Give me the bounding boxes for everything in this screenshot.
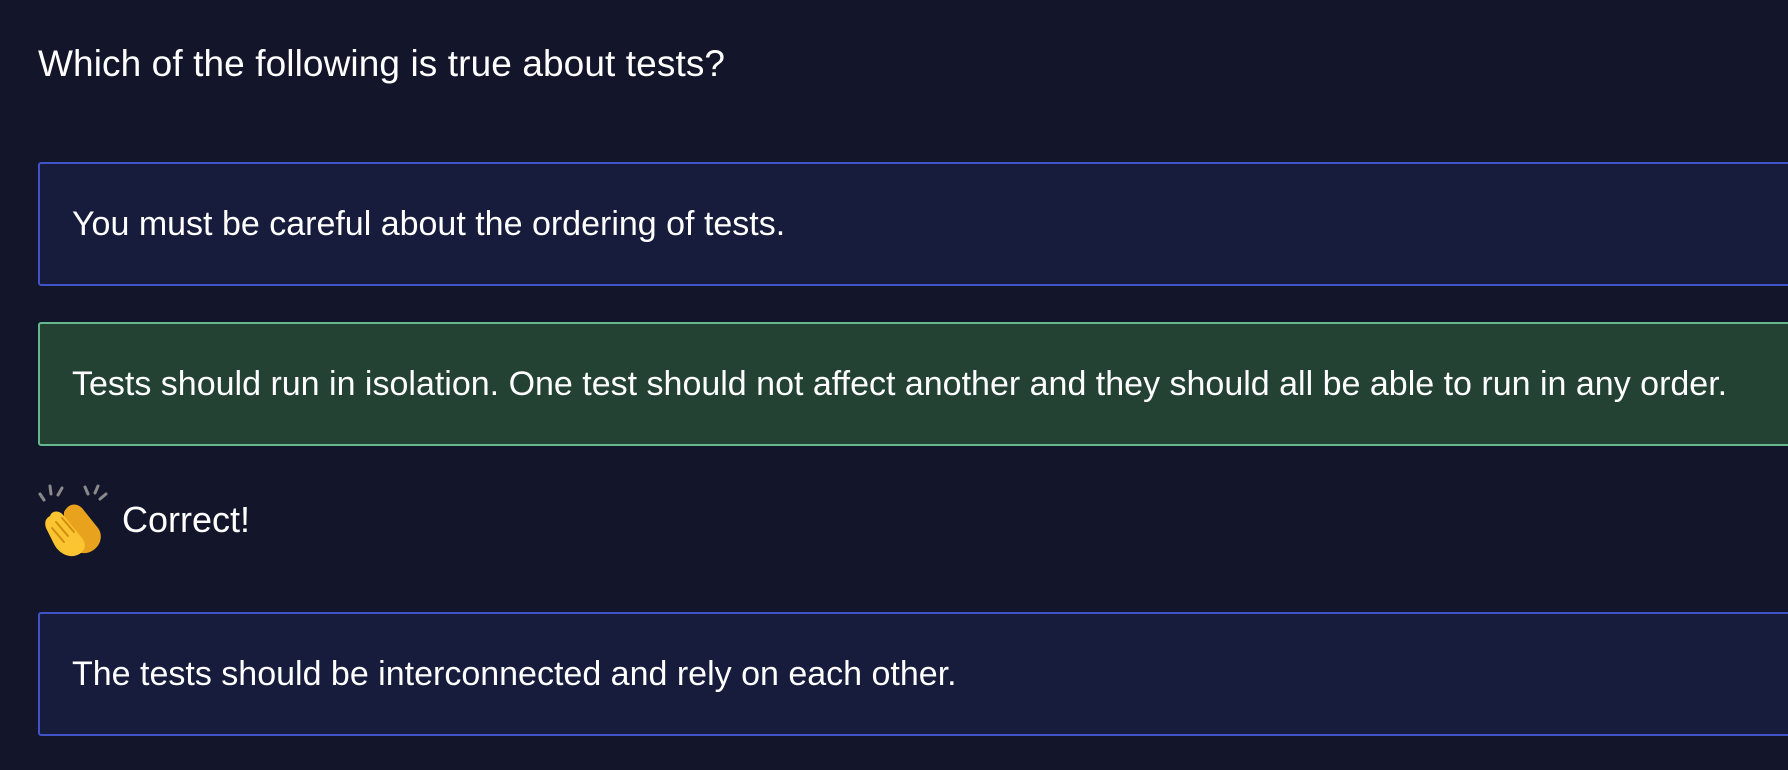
answer-option-label: You must be careful about the ordering o… xyxy=(72,205,786,243)
quiz-page: Which of the following is true about tes… xyxy=(0,0,1788,770)
answer-option-label: Tests should run in isolation. One test … xyxy=(72,365,1728,403)
answer-option-label: The tests should be interconnected and r… xyxy=(72,655,957,693)
feedback-message: Correct! xyxy=(122,499,251,540)
clapping-hands-icon xyxy=(38,482,110,558)
answer-option-1[interactable]: You must be careful about the ordering o… xyxy=(38,162,1788,286)
question-title: Which of the following is true about tes… xyxy=(38,43,726,84)
answer-option-2-correct[interactable]: Tests should run in isolation. One test … xyxy=(38,322,1788,446)
answer-feedback: Correct! xyxy=(38,478,250,562)
answer-option-3[interactable]: The tests should be interconnected and r… xyxy=(38,612,1788,736)
